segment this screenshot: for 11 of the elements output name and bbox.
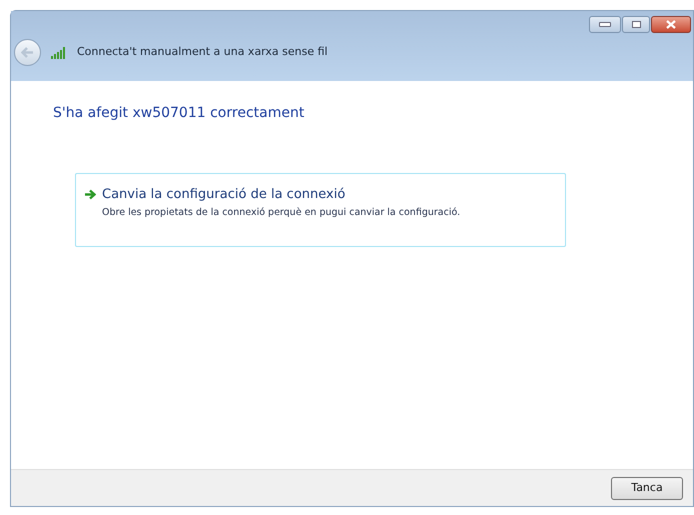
success-heading: S'ha afegit xw507011 correctament (53, 104, 306, 123)
close-icon (666, 20, 676, 29)
close-dialog-button[interactable]: Tanca (611, 476, 683, 500)
signal-bars-icon (51, 46, 67, 58)
right-arrow-icon (84, 189, 96, 200)
minimize-button[interactable] (589, 16, 621, 33)
close-button[interactable] (651, 16, 691, 33)
maximize-button[interactable] (622, 16, 650, 33)
window-title: Connecta't manualment a una xarxa sense fil (77, 44, 328, 60)
change-settings-option[interactable]: Canvia la configuració de la connexió Obre les propietats de la connexió perquè en pugui canviar la configuració. (75, 173, 566, 247)
back-arrow-icon (21, 47, 34, 58)
